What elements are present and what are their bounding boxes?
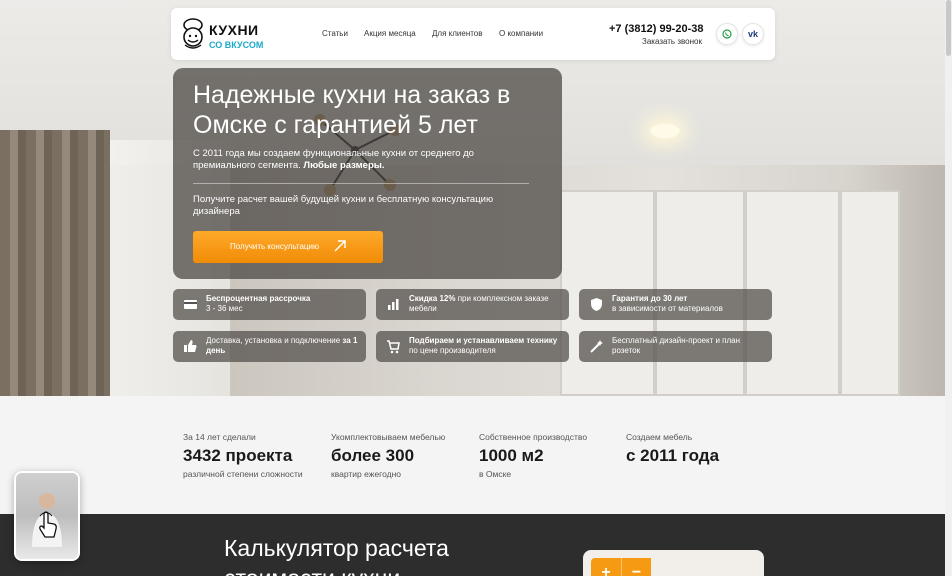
- calculator-title: Калькулятор расчета стоимости кухни: [224, 535, 449, 576]
- hero-card: Надежные кухни на заказ в Омске с гарант…: [173, 68, 562, 279]
- vk-button[interactable]: vk: [742, 23, 764, 45]
- page-scrollbar[interactable]: [945, 0, 952, 576]
- shield-icon: [591, 298, 602, 311]
- feature-design: Бесплатный дизайн-проект и план розеток: [579, 331, 772, 362]
- calc-plus-button[interactable]: +: [591, 558, 621, 576]
- whatsapp-button[interactable]: [716, 23, 738, 45]
- feature-discount: Скидка 12% при комплексном заказе мебели: [376, 289, 569, 320]
- nav-about[interactable]: О компании: [499, 29, 543, 38]
- nav-promo[interactable]: Акция месяца: [364, 29, 416, 38]
- cart-icon: [387, 340, 400, 354]
- tap-hand-icon: [39, 511, 57, 538]
- stat-apartments: Укомплектовываем мебелью более 300 квартир…: [331, 432, 446, 479]
- feature-appliances: Подбираем и устанавливаем технику по цен…: [376, 331, 569, 362]
- video-widget[interactable]: [14, 471, 80, 561]
- feature-installment: Беспроцентная рассрочка 3 - 36 мес: [173, 289, 366, 320]
- thumb-icon: [184, 340, 197, 352]
- callback-link[interactable]: Заказать звонок: [642, 37, 702, 46]
- phone-number[interactable]: +7 (3812) 99-20-38: [609, 23, 703, 35]
- vk-icon: vk: [747, 29, 758, 39]
- chart-icon: [388, 299, 399, 310]
- logo-subtitle: СО ВКУСОМ: [209, 40, 264, 50]
- logo[interactable]: КУХНИ СО ВКУСОМ: [179, 16, 269, 54]
- feature-delivery: Доставка, установка и подключение за 1 д…: [173, 331, 366, 362]
- nav-articles[interactable]: Статьи: [322, 29, 348, 38]
- stat-projects: За 14 лет сделали 3432 проекта различной с…: [183, 432, 303, 479]
- card-icon: [184, 300, 197, 309]
- feature-warranty: Гарантия до 30 лет в зависимости от матер…: [579, 289, 772, 320]
- hero-title: Надежные кухни на заказ в Омске с гарант…: [193, 81, 511, 139]
- hero-subtitle: С 2011 года мы создаем функциональные ку…: [193, 148, 474, 171]
- scrollbar-thumb[interactable]: [946, 0, 951, 56]
- site-header: КУХНИ СО ВКУСОМ Статьи Акция месяца Для …: [171, 8, 775, 60]
- stats-section: За 14 лет сделали 3432 проекта различной с…: [0, 396, 945, 514]
- logo-title: КУХНИ: [209, 22, 259, 38]
- arrow-up-right-icon: [334, 240, 346, 252]
- hero-note: Получите расчет вашей будущей кухни и бе…: [193, 194, 494, 217]
- stat-production: Собственное производство 1000 м2 в Омске: [479, 432, 588, 479]
- stat-since: Создаем мебель с 2011 года: [626, 432, 720, 465]
- whatsapp-icon: [722, 29, 732, 39]
- consultation-button[interactable]: Получить консультацию: [193, 231, 383, 263]
- wand-icon: [590, 340, 603, 353]
- hero-divider: [193, 183, 529, 184]
- calc-minus-button[interactable]: −: [621, 558, 651, 576]
- nav-clients[interactable]: Для клиентов: [432, 29, 483, 38]
- chef-logo-icon: [183, 18, 203, 49]
